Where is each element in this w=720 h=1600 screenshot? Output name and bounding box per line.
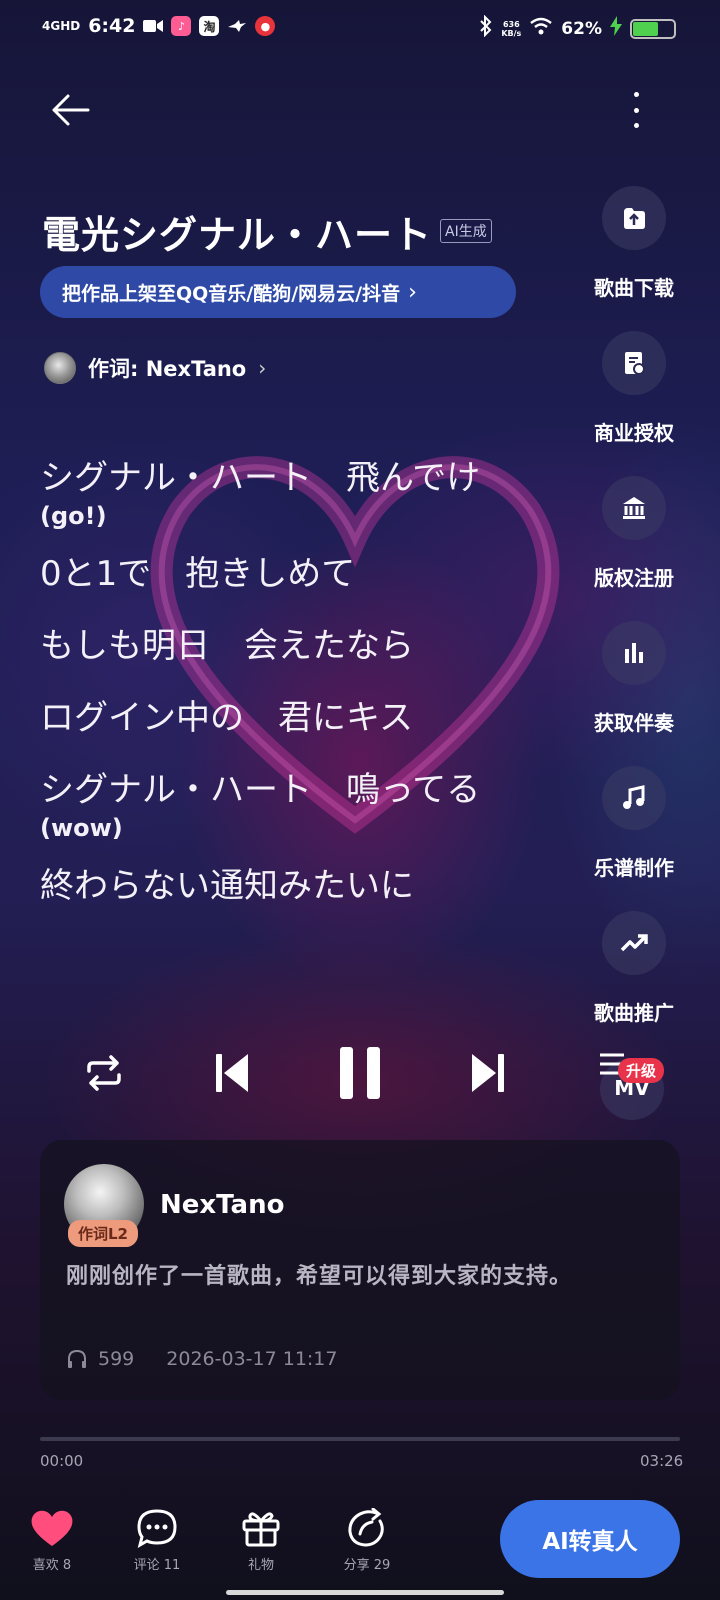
music-note-icon [602, 766, 666, 830]
battery-fill [633, 21, 658, 36]
skip-previous-icon [216, 1054, 248, 1092]
taobao-icon: 淘 [199, 16, 220, 36]
song-promotion-button[interactable]: 歌曲推广 [580, 911, 688, 1056]
video-camera-icon [143, 16, 164, 36]
pause-button[interactable] [330, 1038, 390, 1108]
license-doc-icon [602, 331, 666, 395]
comment-label: 评论 11 [133, 1558, 181, 1573]
side-label: 版权注册 [594, 566, 674, 590]
battery-percent: 62% [561, 18, 602, 39]
share-button[interactable]: 分享 29 [327, 1508, 407, 1573]
progress-bar[interactable] [40, 1437, 680, 1441]
previous-button[interactable] [202, 1038, 262, 1108]
ai-to-real-voice-button[interactable]: AI转真人 [500, 1500, 680, 1578]
like-button[interactable]: 喜欢 8 [12, 1508, 92, 1573]
comment-icon [137, 1509, 177, 1548]
status-time: 6:42 [88, 15, 136, 37]
gift-icon [242, 1512, 280, 1547]
lyric-line: 0と1で 抱きしめて [40, 554, 356, 594]
lyric-line: もしも明日 会えたなら [40, 626, 414, 666]
next-button[interactable] [458, 1038, 518, 1108]
total-time: 03:26 [640, 1452, 684, 1470]
post-datetime: 2026-03-17 11:17 [166, 1348, 338, 1370]
play-count: 599 [98, 1348, 135, 1370]
ai-generated-tag: AI生成 [440, 219, 492, 243]
more-button[interactable] [628, 88, 644, 132]
lyric-line-sub: (go!) [40, 502, 107, 530]
headphones-icon [68, 1349, 86, 1368]
app-icon-pink: ♪ [171, 16, 192, 36]
side-label: 获取伴奏 [594, 711, 674, 735]
lyricist-level-badge: 作词L2 [68, 1220, 138, 1247]
lyric-line: シグナル・ハート 飛んでけ [40, 458, 481, 498]
post-description: 刚刚创作了一首歌曲，希望可以得到大家的支持。 [66, 1264, 573, 1289]
bird-icon [227, 16, 247, 36]
download-cloud-icon [602, 186, 666, 250]
like-label: 喜欢 8 [32, 1558, 72, 1573]
share-icon [348, 1508, 384, 1547]
lyric-line-sub: (wow) [40, 814, 123, 842]
network-speed: 636 KB/s [501, 19, 522, 38]
post-meta: 599 2026-03-17 11:17 [66, 1348, 337, 1370]
app-icon-red: ● [255, 16, 276, 36]
publish-text: 把作品上架至QQ音乐/酷狗/网易云/抖音 [62, 282, 401, 305]
lyricist-link[interactable]: 作词: NexTano › [44, 352, 266, 384]
copyright-register-button[interactable]: 版权注册 [580, 476, 688, 621]
side-actions: 歌曲下载 商业授权 版权注册 获取伴奏 乐谱制作 歌曲推广 [580, 186, 688, 1056]
lyricist-label: 作词: NexTano [88, 357, 247, 381]
charging-icon [610, 16, 622, 41]
current-time: 00:00 [40, 1452, 84, 1470]
lyric-line: ログイン中の 君にキス [40, 698, 413, 738]
wifi-icon [529, 17, 553, 40]
institution-icon [602, 476, 666, 540]
gift-button[interactable]: 礼物 [221, 1508, 301, 1573]
get-accompaniment-button[interactable]: 获取伴奏 [580, 621, 688, 766]
author-name[interactable]: NexTano [160, 1190, 284, 1220]
side-label: 歌曲下载 [594, 276, 674, 300]
more-vertical-icon [633, 92, 639, 97]
publish-platforms-button[interactable]: 把作品上架至QQ音乐/酷狗/网易云/抖音 › [40, 266, 516, 318]
repeat-icon [87, 1055, 121, 1091]
lyricist-avatar [44, 352, 76, 384]
comment-button[interactable]: 评论 11 [117, 1508, 197, 1573]
audio-bars-icon [602, 621, 666, 685]
lyric-line: 終わらない通知みたいに [40, 866, 414, 906]
side-label: 乐谱制作 [594, 856, 674, 880]
song-download-button[interactable]: 歌曲下载 [580, 186, 688, 331]
chevron-right-icon: › [408, 279, 417, 305]
commercial-license-button[interactable]: 商业授权 [580, 331, 688, 476]
song-title: 電光シグナル・ハート [42, 213, 433, 257]
back-button[interactable] [48, 88, 92, 132]
side-label: 商业授权 [594, 421, 674, 445]
share-label: 分享 29 [343, 1558, 391, 1573]
sheet-music-button[interactable]: 乐谱制作 [580, 766, 688, 911]
home-indicator[interactable] [226, 1590, 504, 1595]
heart-icon [31, 1510, 73, 1546]
side-label: 歌曲推广 [594, 1001, 674, 1025]
upgrade-badge: 升级 [618, 1058, 665, 1083]
post-card: 作词L2 NexTano 刚刚创作了一首歌曲，希望可以得到大家的支持。 599 … [40, 1140, 680, 1400]
status-bar: 4GHD 6:42 ♪ 淘 ● 636 KB/s 62% [0, 0, 720, 56]
lyric-line: シグナル・ハート 鳴ってる [40, 770, 481, 810]
repeat-button[interactable] [74, 1038, 134, 1108]
skip-next-icon [472, 1054, 504, 1092]
arrow-left-icon [52, 94, 90, 126]
pause-icon [340, 1047, 380, 1099]
chevron-right-icon: › [258, 356, 267, 380]
battery-icon [630, 18, 676, 39]
gift-label: 礼物 [247, 1558, 274, 1573]
lyrics-panel: シグナル・ハート 飛んでけ (go!) 0と1で 抱きしめて もしも明日 会えた… [40, 455, 560, 909]
network-indicator: 4GHD [42, 19, 81, 33]
bluetooth-icon [479, 14, 493, 42]
trending-up-icon [602, 911, 666, 975]
